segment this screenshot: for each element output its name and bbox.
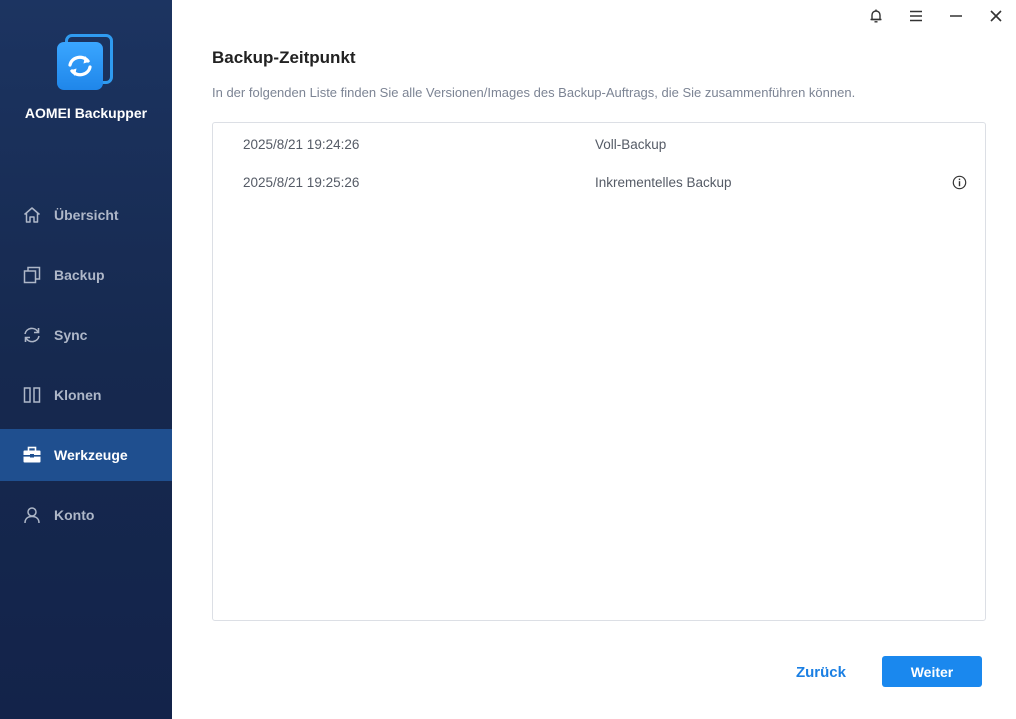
sidebar-item-konto[interactable]: Konto <box>0 489 172 541</box>
backup-time: 2025/8/21 19:24:26 <box>243 136 360 152</box>
toolbox-icon <box>22 445 42 465</box>
next-button[interactable]: Weiter <box>882 656 982 687</box>
bell-icon[interactable] <box>856 4 896 28</box>
page-description: In der folgenden Liste finden Sie alle V… <box>212 85 856 100</box>
sync-icon <box>22 325 42 345</box>
user-icon <box>22 505 42 525</box>
sidebar-item-backup[interactable]: Backup <box>0 249 172 301</box>
backup-version-list: 2025/8/21 19:24:26 Voll-Backup 2025/8/21… <box>212 122 986 621</box>
minimize-icon[interactable] <box>936 4 976 28</box>
sync-arrows-icon <box>68 55 92 77</box>
clone-icon <box>22 385 42 405</box>
sidebar-nav: Übersicht Backup Sync Klonen Werkzeuge K… <box>0 189 172 549</box>
sidebar-item-label: Konto <box>54 507 95 523</box>
sidebar-item-klonen[interactable]: Klonen <box>0 369 172 421</box>
list-item[interactable]: 2025/8/21 19:24:26 Voll-Backup <box>213 125 985 163</box>
backup-type: Voll-Backup <box>595 136 667 152</box>
backup-time: 2025/8/21 19:25:26 <box>243 174 360 190</box>
menu-icon[interactable] <box>896 4 936 28</box>
sidebar-item-label: Klonen <box>54 387 102 403</box>
sidebar-item-label: Backup <box>54 267 105 283</box>
backup-type: Inkrementelles Backup <box>595 174 732 190</box>
sidebar-item-werkzeuge[interactable]: Werkzeuge <box>0 429 172 481</box>
sidebar-item-label: Übersicht <box>54 207 119 223</box>
window-controls <box>856 4 1016 28</box>
app-name: AOMEI Backupper <box>24 105 148 121</box>
sidebar-item-sync[interactable]: Sync <box>0 309 172 361</box>
close-icon[interactable] <box>976 4 1016 28</box>
sidebar-item-uebersicht[interactable]: Übersicht <box>0 189 172 241</box>
back-button[interactable]: Zurück <box>782 656 860 688</box>
sidebar-item-label: Werkzeuge <box>54 447 128 463</box>
page-title: Backup-Zeitpunkt <box>212 48 356 67</box>
sidebar-item-label: Sync <box>54 327 88 343</box>
sidebar: AOMEI Backupper Übersicht Backup Sync Kl… <box>0 0 172 719</box>
list-item[interactable]: 2025/8/21 19:25:26 Inkrementelles Backup <box>213 163 985 201</box>
info-icon[interactable] <box>951 174 967 190</box>
backup-icon <box>22 265 42 285</box>
app-logo <box>55 34 115 92</box>
home-icon <box>22 205 42 225</box>
